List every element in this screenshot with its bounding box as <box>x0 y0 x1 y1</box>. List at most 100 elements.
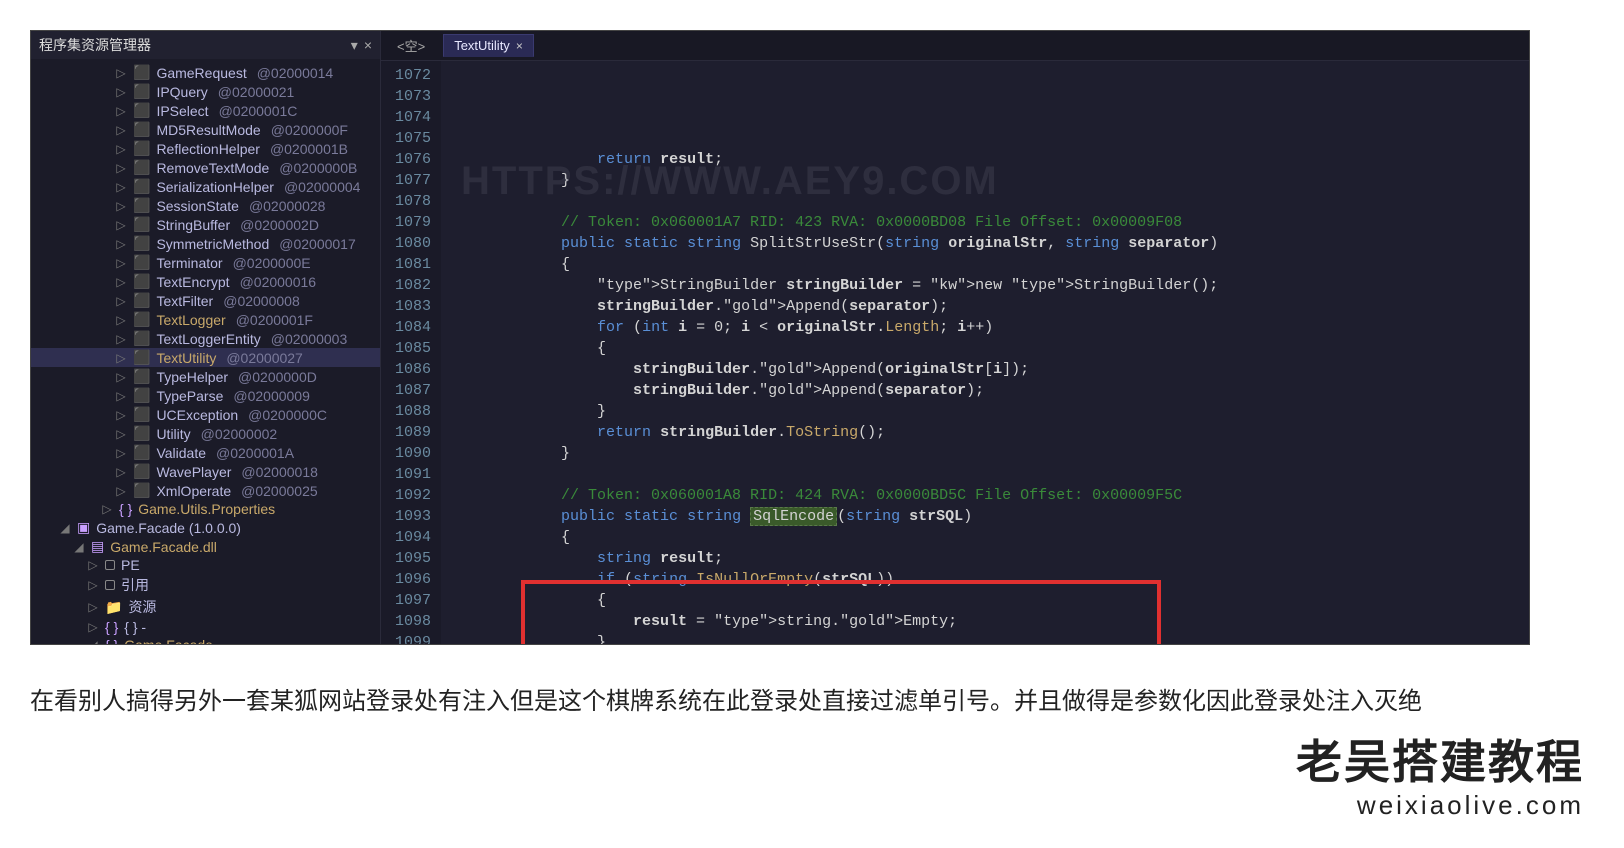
tree-item-textencrypt[interactable]: ▷⬛TextEncrypt@02000016 <box>31 272 380 291</box>
explorer-dropdown-icon[interactable]: ▾ <box>351 37 358 54</box>
chevron-icon[interactable]: ▷ <box>115 370 127 384</box>
code-line-1085[interactable]: } <box>453 401 1529 422</box>
chevron-icon[interactable]: ▷ <box>115 332 127 346</box>
explorer-tree[interactable]: ▷⬛GameRequest@02000014▷⬛IPQuery@02000021… <box>31 59 380 644</box>
tree-item-game-facade-dll[interactable]: ◢▤Game.Facade.dll <box>31 537 380 556</box>
tree-item-ipselect[interactable]: ▷⬛IPSelect@0200001C <box>31 101 380 120</box>
code-line-1082[interactable]: { <box>453 338 1529 359</box>
code-line-1089[interactable]: // Token: 0x060001A8 RID: 424 RVA: 0x000… <box>453 485 1529 506</box>
tree-item-gamerequest[interactable]: ▷⬛GameRequest@02000014 <box>31 63 380 82</box>
code-line-1084[interactable]: stringBuilder."gold">Append(separator); <box>453 380 1529 401</box>
code-line-1079[interactable]: "type">StringBuilder stringBuilder = "kw… <box>453 275 1529 296</box>
code-line-1093[interactable]: if (string.IsNullOrEmpty(strSQL)) <box>453 569 1529 590</box>
tree-item-game-facade-1-0-0-0-[interactable]: ◢▣Game.Facade (1.0.0.0) <box>31 518 380 537</box>
code-line-1083[interactable]: stringBuilder."gold">Append(originalStr[… <box>453 359 1529 380</box>
tree-item-textutility[interactable]: ▷⬛TextUtility@02000027 <box>31 348 380 367</box>
code-line-1091[interactable]: { <box>453 527 1529 548</box>
chevron-icon[interactable]: ▷ <box>115 66 127 80</box>
line-gutter: 1072107310741075107610771078107910801081… <box>381 61 441 644</box>
chevron-icon[interactable]: ▷ <box>115 313 127 327</box>
tree-item-serializationhelper[interactable]: ▷⬛SerializationHelper@02000004 <box>31 177 380 196</box>
tree-item-label: TypeHelper <box>156 369 228 385</box>
chevron-icon[interactable]: ▷ <box>115 484 127 498</box>
tab-empty[interactable]: <空> <box>387 33 435 58</box>
line-number: 1085 <box>381 338 431 359</box>
chevron-icon[interactable]: ▷ <box>115 465 127 479</box>
chevron-icon[interactable]: ▷ <box>115 256 127 270</box>
tree-item-textfilter[interactable]: ▷⬛TextFilter@02000008 <box>31 291 380 310</box>
chevron-icon[interactable]: ▷ <box>115 275 127 289</box>
tree-item--[interactable]: ▷📁资源 <box>31 596 380 618</box>
tree-item-symmetricmethod[interactable]: ▷⬛SymmetricMethod@02000017 <box>31 234 380 253</box>
code-line-1076[interactable]: // Token: 0x060001A7 RID: 423 RVA: 0x000… <box>453 212 1529 233</box>
code-body[interactable]: return result; } // Token: 0x060001A7 RI… <box>441 61 1529 644</box>
chevron-icon[interactable]: ▷ <box>115 104 127 118</box>
line-number: 1077 <box>381 170 431 191</box>
code-line-1080[interactable]: stringBuilder."gold">Append(separator); <box>453 296 1529 317</box>
tree-item-utility[interactable]: ▷⬛Utility@02000002 <box>31 424 380 443</box>
tree-item-waveplayer[interactable]: ▷⬛WavePlayer@02000018 <box>31 462 380 481</box>
tree-item-xmloperate[interactable]: ▷⬛XmlOperate@02000025 <box>31 481 380 500</box>
tree-item-textloggerentity[interactable]: ▷⬛TextLoggerEntity@02000003 <box>31 329 380 348</box>
chevron-icon[interactable]: ▷ <box>87 620 99 634</box>
code-line-1075[interactable] <box>453 191 1529 212</box>
tab-close-icon[interactable]: × <box>516 39 523 53</box>
chevron-icon[interactable]: ▷ <box>115 294 127 308</box>
chevron-icon[interactable]: ▷ <box>115 446 127 460</box>
code-line-1090[interactable]: public static string SqlEncode(string st… <box>453 506 1529 527</box>
chevron-icon[interactable]: ◢ <box>87 638 99 644</box>
chevron-icon[interactable]: ▷ <box>115 142 127 156</box>
tree-item-stringbuffer[interactable]: ▷⬛StringBuffer@0200002D <box>31 215 380 234</box>
chevron-icon[interactable]: ▷ <box>87 578 99 592</box>
code-line-1077[interactable]: public static string SplitStrUseStr(stri… <box>453 233 1529 254</box>
code-line-1072[interactable] <box>453 128 1529 149</box>
tree-item-game-utils-properties[interactable]: ▷{ }Game.Utils.Properties <box>31 500 380 518</box>
line-number: 1083 <box>381 296 431 317</box>
chevron-icon[interactable]: ▷ <box>115 427 127 441</box>
code-line-1086[interactable]: return stringBuilder.ToString(); <box>453 422 1529 443</box>
code-line-1094[interactable]: { <box>453 590 1529 611</box>
code-line-1087[interactable]: } <box>453 443 1529 464</box>
chevron-icon[interactable]: ▷ <box>115 123 127 137</box>
tree-item-ipquery[interactable]: ▷⬛IPQuery@02000021 <box>31 82 380 101</box>
chevron-icon[interactable]: ▷ <box>115 237 127 251</box>
code-line-1081[interactable]: for (int i = 0; i < originalStr.Length; … <box>453 317 1529 338</box>
tree-item-typeparse[interactable]: ▷⬛TypeParse@02000009 <box>31 386 380 405</box>
tree-item-typehelper[interactable]: ▷⬛TypeHelper@0200000D <box>31 367 380 386</box>
code-line-1073[interactable]: return result; <box>453 149 1529 170</box>
chevron-icon[interactable]: ▷ <box>115 180 127 194</box>
tree-item-removetextmode[interactable]: ▷⬛RemoveTextMode@0200000B <box>31 158 380 177</box>
chevron-icon[interactable]: ◢ <box>73 540 85 554</box>
tree-item-game-facade[interactable]: ◢{ }Game.Facade <box>31 636 380 644</box>
chevron-icon[interactable]: ▷ <box>101 502 113 516</box>
tree-item-md5resultmode[interactable]: ▷⬛MD5ResultMode@0200000F <box>31 120 380 139</box>
tree-item-sessionstate[interactable]: ▷⬛SessionState@02000028 <box>31 196 380 215</box>
tree-item-terminator[interactable]: ▷⬛Terminator@0200000E <box>31 253 380 272</box>
tree-item-textlogger[interactable]: ▷⬛TextLogger@0200001F <box>31 310 380 329</box>
code-line-1092[interactable]: string result; <box>453 548 1529 569</box>
explorer-close-icon[interactable]: × <box>364 37 372 54</box>
chevron-icon[interactable]: ◢ <box>59 521 71 535</box>
tree-item-meta: @0200001C <box>219 103 298 119</box>
tree-item-validate[interactable]: ▷⬛Validate@0200001A <box>31 443 380 462</box>
tree-item-pe[interactable]: ▷PE <box>31 556 380 574</box>
tree-item--[interactable]: ▷引用 <box>31 574 380 596</box>
chevron-icon[interactable]: ▷ <box>87 558 99 572</box>
tree-item--[interactable]: ▷{ }{ } - <box>31 618 380 636</box>
chevron-icon[interactable]: ▷ <box>115 351 127 365</box>
tab-textutility[interactable]: TextUtility × <box>443 34 534 57</box>
code-line-1096[interactable]: } <box>453 632 1529 644</box>
tree-item-reflectionhelper[interactable]: ▷⬛ReflectionHelper@0200001B <box>31 139 380 158</box>
code-line-1074[interactable]: } <box>453 170 1529 191</box>
code-line-1095[interactable]: result = "type">string."gold">Empty; <box>453 611 1529 632</box>
chevron-icon[interactable]: ▷ <box>115 85 127 99</box>
chevron-icon[interactable]: ▷ <box>115 218 127 232</box>
chevron-icon[interactable]: ▷ <box>115 199 127 213</box>
chevron-icon[interactable]: ▷ <box>115 161 127 175</box>
code-line-1078[interactable]: { <box>453 254 1529 275</box>
tree-item-ucexception[interactable]: ▷⬛UCException@0200000C <box>31 405 380 424</box>
chevron-icon[interactable]: ▷ <box>115 389 127 403</box>
chevron-icon[interactable]: ▷ <box>115 408 127 422</box>
chevron-icon[interactable]: ▷ <box>87 600 99 614</box>
code-line-1088[interactable] <box>453 464 1529 485</box>
